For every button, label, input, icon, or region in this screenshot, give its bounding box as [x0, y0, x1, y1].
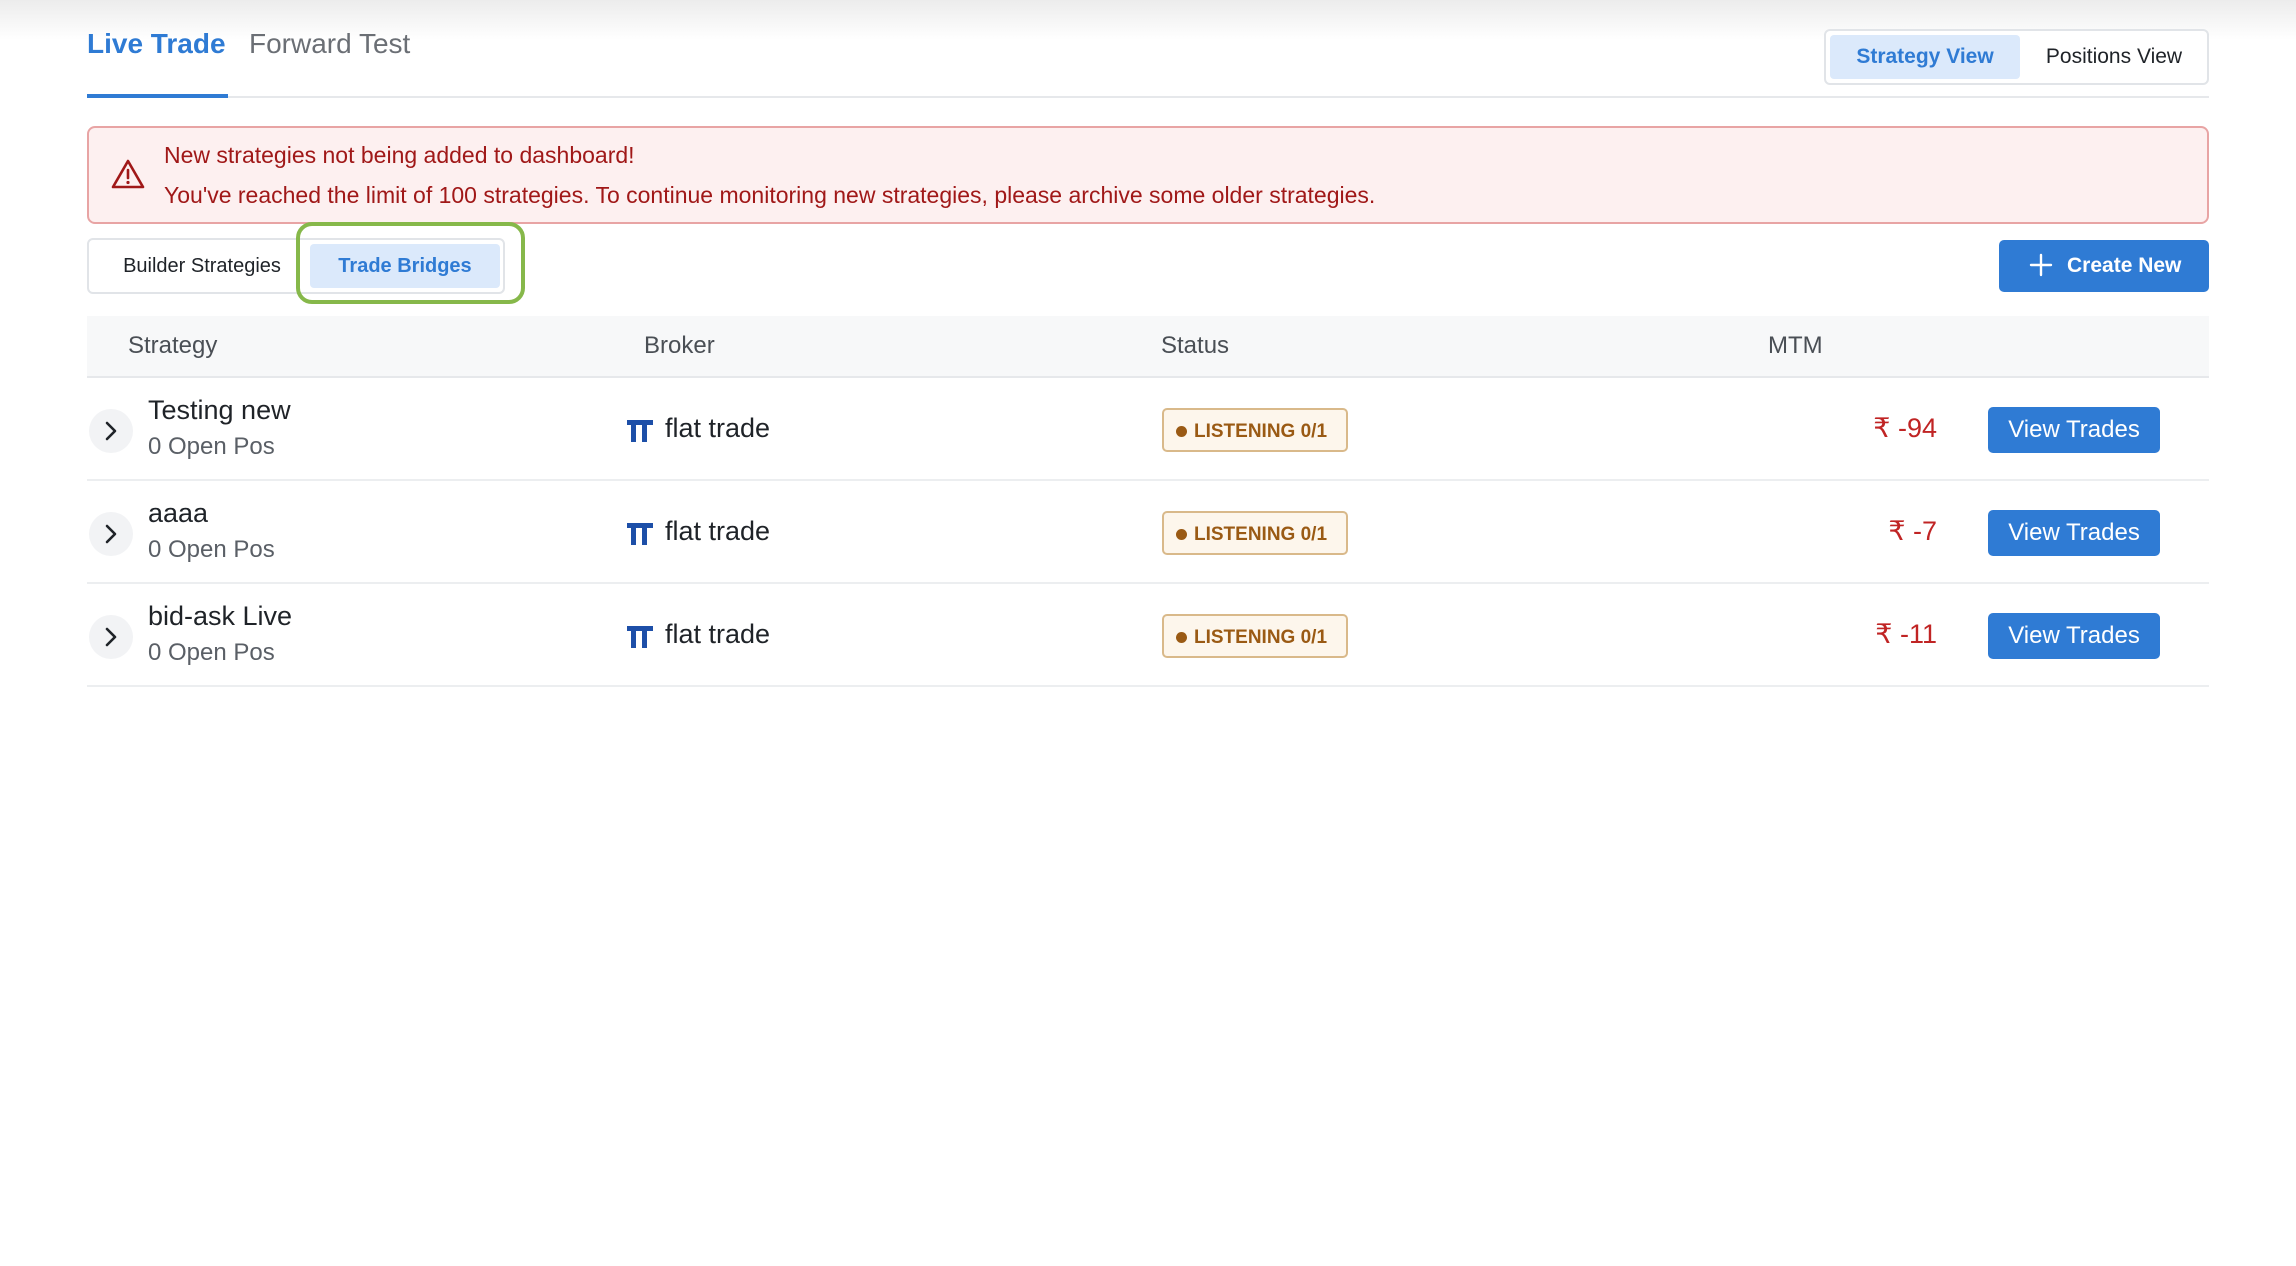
status-badge: LISTENING 0/1 [1162, 511, 1348, 555]
strategy-view-button[interactable]: Strategy View [1830, 35, 2020, 79]
view-trades-button[interactable]: View Trades [1988, 407, 2160, 453]
tab-live-trade[interactable]: Live Trade [87, 28, 228, 98]
alert-message: You've reached the limit of 100 strategi… [164, 182, 1376, 208]
flattrade-logo-icon [627, 626, 653, 648]
builder-strategies-button[interactable]: Builder Strategies [93, 244, 311, 288]
expand-row-button[interactable] [89, 409, 133, 453]
alert-title: New strategies not being added to dashbo… [164, 142, 635, 168]
flattrade-logo-icon [627, 420, 653, 442]
strategy-name: Testing new [148, 395, 291, 425]
open-positions: 0 Open Pos [148, 433, 275, 460]
warning-triangle-icon [111, 159, 145, 189]
table-row: Testing new 0 Open Pos flat trade LISTEN… [87, 378, 2209, 481]
status-dot-icon [1176, 632, 1187, 643]
column-header-status: Status [1161, 332, 1230, 359]
status-text: LISTENING 0/1 [1194, 524, 1328, 545]
mtm-value: ₹ -94 [1873, 413, 1937, 443]
status-dot-icon [1176, 426, 1187, 437]
expand-row-button[interactable] [89, 615, 133, 659]
broker-name: flat trade [665, 619, 771, 649]
positions-view-button[interactable]: Positions View [2024, 35, 2204, 79]
status-dot-icon [1176, 529, 1187, 540]
status-text: LISTENING 0/1 [1194, 627, 1328, 648]
column-header-mtm: MTM [1768, 332, 1823, 359]
status-badge: LISTENING 0/1 [1162, 614, 1348, 658]
create-new-label: Create New [2067, 254, 2182, 277]
broker-name: flat trade [665, 516, 771, 546]
expand-row-button[interactable] [89, 512, 133, 556]
mtm-value: ₹ -11 [1875, 619, 1937, 649]
broker-name: flat trade [665, 413, 771, 443]
status-text: LISTENING 0/1 [1194, 421, 1328, 442]
chevron-right-icon [105, 524, 117, 544]
table-row: aaaa 0 Open Pos flat trade LISTENING 0/1… [87, 481, 2209, 584]
table-row: bid-ask Live 0 Open Pos flat trade LISTE… [87, 584, 2209, 687]
status-badge: LISTENING 0/1 [1162, 408, 1348, 452]
chevron-right-icon [105, 421, 117, 441]
strategy-name: aaaa [148, 498, 209, 528]
column-header-strategy: Strategy [128, 332, 218, 359]
strategy-limit-alert: New strategies not being added to dashbo… [87, 126, 2209, 224]
tab-forward-test[interactable]: Forward Test [249, 28, 410, 98]
open-positions: 0 Open Pos [148, 639, 275, 666]
view-trades-button[interactable]: View Trades [1988, 613, 2160, 659]
flattrade-logo-icon [627, 523, 653, 545]
table-header: Strategy Broker Status MTM [87, 316, 2209, 378]
chevron-right-icon [105, 627, 117, 647]
view-trades-button[interactable]: View Trades [1988, 510, 2160, 556]
mtm-value: ₹ -7 [1888, 516, 1937, 546]
highlight-outline [296, 222, 525, 304]
plus-icon [2029, 253, 2053, 277]
open-positions: 0 Open Pos [148, 536, 275, 563]
view-toggle: Strategy View Positions View [1824, 29, 2209, 85]
strategy-name: bid-ask Live [148, 601, 293, 631]
create-new-button[interactable]: Create New [1999, 240, 2209, 292]
column-header-broker: Broker [644, 332, 715, 359]
